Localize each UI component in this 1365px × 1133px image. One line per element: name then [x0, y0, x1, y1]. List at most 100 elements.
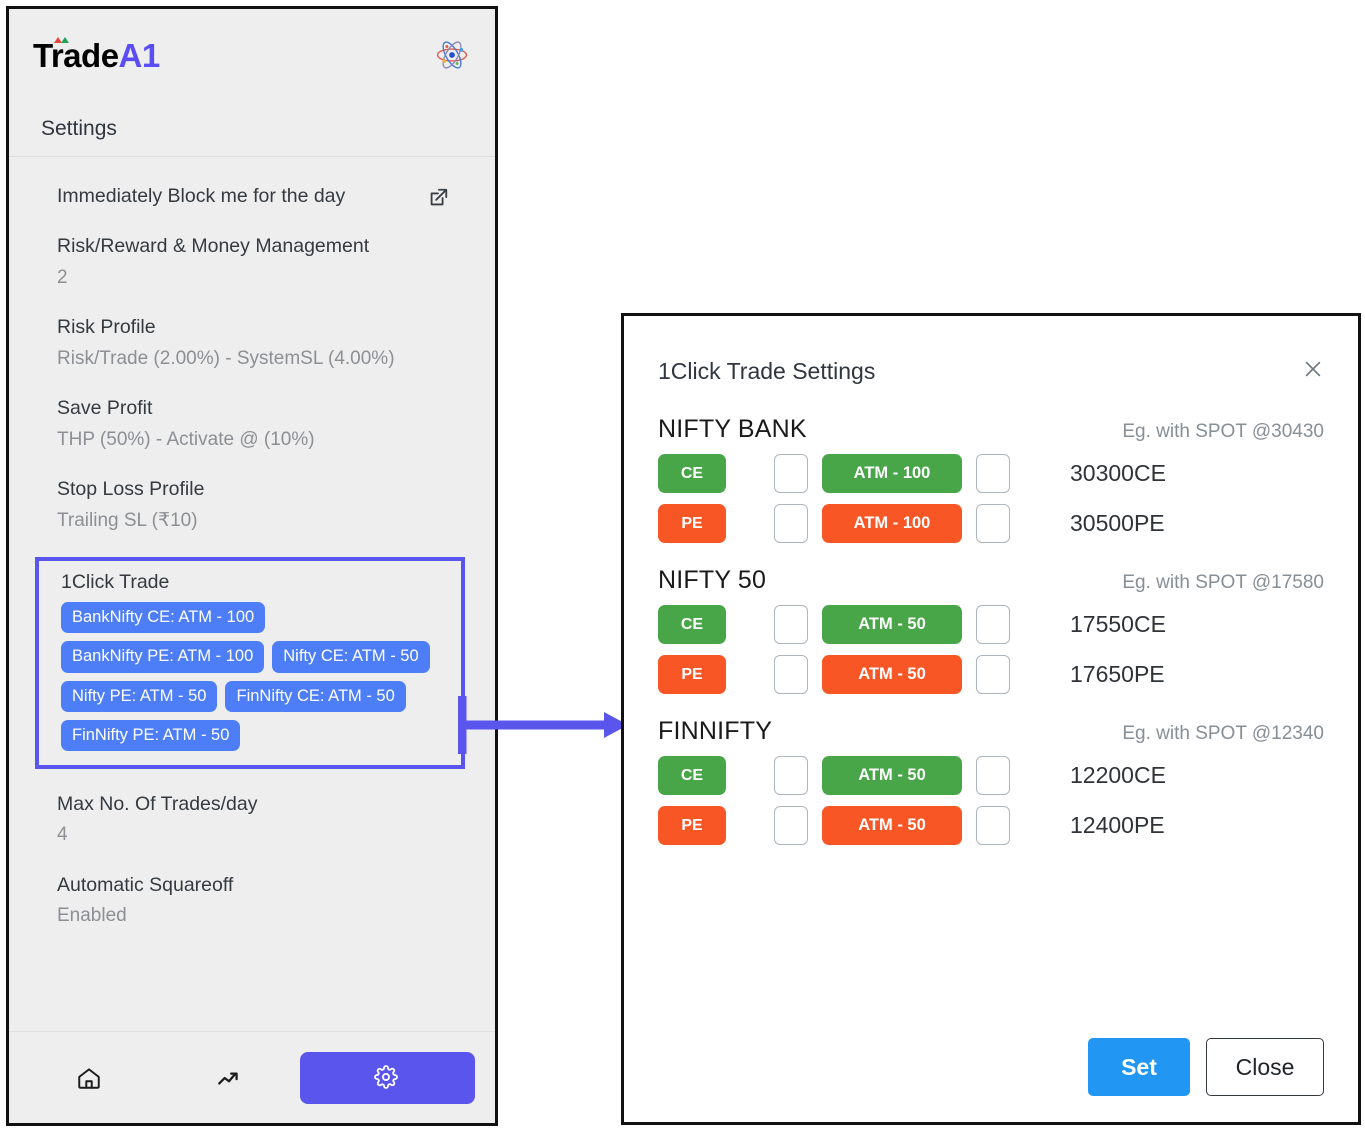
group-name: NIFTY BANK [658, 415, 807, 443]
list-item[interactable]: BankNifty PE: ATM - 100 [61, 641, 265, 673]
group-spot-example: Eg. with SPOT @30430 [1122, 421, 1324, 442]
annotation-arrow [458, 696, 628, 754]
setting-value: Trailing SL (₹10) [57, 509, 198, 531]
setting-value: THP (50%) - Activate @ (10%) [57, 428, 315, 450]
table-row: PE ATM - 100 30500PE [658, 504, 1324, 543]
close-icon[interactable] [1302, 358, 1324, 380]
gear-icon [374, 1064, 400, 1091]
set-button[interactable]: Set [1088, 1038, 1190, 1096]
increment-checkbox[interactable] [976, 655, 1010, 694]
side-badge-ce: CE [658, 454, 726, 493]
nav-item-analytics[interactable] [159, 1054, 299, 1102]
atm-offset-badge[interactable]: ATM - 50 [822, 605, 962, 644]
settings-header-title: Settings [41, 116, 117, 140]
setting-value: 4 [57, 824, 68, 846]
index-group-nifty-50: NIFTY 50 Eg. with SPOT @17580 CE ATM - 5… [658, 566, 1324, 705]
index-group-finnifty: FINNIFTY Eg. with SPOT @12340 CE ATM - 5… [658, 717, 1324, 856]
oneclick-trade-settings-dialog: 1Click Trade Settings NIFTY BANK Eg. wit… [621, 313, 1361, 1125]
resulting-strike: 12200CE [1070, 762, 1166, 788]
screenshot-root: TradeA1 Settings Immediately Block me fo… [0, 0, 1365, 1133]
setting-row-auto-squareoff[interactable]: Automatic Squareoff Enabled [33, 872, 471, 929]
resulting-strike: 30300CE [1070, 460, 1166, 486]
side-badge-pe: PE [658, 806, 726, 845]
increment-checkbox[interactable] [976, 756, 1010, 795]
oneclick-tag-list: BankNifty CE: ATM - 100 BankNifty PE: AT… [61, 602, 449, 751]
nav-item-settings[interactable] [299, 1051, 476, 1104]
setting-row-block-me[interactable]: Immediately Block me for the day [33, 183, 471, 209]
setting-value: Risk/Trade (2.00%) - SystemSL (4.00%) [57, 347, 395, 369]
home-icon [76, 1065, 102, 1091]
atom-icon[interactable] [435, 38, 469, 72]
index-group-nifty-bank: NIFTY BANK Eg. with SPOT @30430 CE ATM -… [658, 415, 1324, 554]
logo-text-accent: A1 [118, 36, 161, 74]
side-badge-ce: CE [658, 605, 726, 644]
setting-title: 1Click Trade [61, 571, 170, 594]
side-badge-ce: CE [658, 756, 726, 795]
decrement-checkbox[interactable] [774, 806, 808, 845]
setting-title: Max No. Of Trades/day [57, 792, 258, 815]
setting-row-save-profit[interactable]: Save Profit THP (50%) - Activate @ (10%) [33, 395, 471, 452]
bottom-navigation [9, 1031, 495, 1123]
table-row: CE ATM - 50 12200CE [658, 756, 1324, 795]
setting-row-risk-profile[interactable]: Risk Profile Risk/Trade (2.00%) - System… [33, 314, 471, 371]
atm-offset-badge[interactable]: ATM - 50 [822, 756, 962, 795]
increment-checkbox[interactable] [976, 504, 1010, 543]
increment-checkbox[interactable] [976, 806, 1010, 845]
resulting-strike: 30500PE [1070, 510, 1165, 536]
list-item[interactable]: FinNifty PE: ATM - 50 [61, 719, 241, 751]
decrement-checkbox[interactable] [774, 504, 808, 543]
setting-row-max-trades[interactable]: Max No. Of Trades/day 4 [33, 791, 471, 848]
decrement-checkbox[interactable] [774, 605, 808, 644]
group-spot-example: Eg. with SPOT @12340 [1122, 723, 1324, 744]
settings-list: Immediately Block me for the day Risk/Re… [9, 157, 495, 1031]
group-header: NIFTY 50 Eg. with SPOT @17580 [658, 566, 1324, 595]
atm-offset-badge[interactable]: ATM - 100 [822, 454, 962, 493]
increment-checkbox[interactable] [976, 454, 1010, 493]
list-item[interactable]: Nifty PE: ATM - 50 [61, 680, 218, 712]
list-item[interactable]: FinNifty CE: ATM - 50 [225, 680, 406, 712]
side-badge-pe: PE [658, 504, 726, 543]
logo-text-primary: Trade [33, 36, 119, 74]
setting-title: Risk/Reward & Money Management [57, 235, 370, 258]
group-header: FINNIFTY Eg. with SPOT @12340 [658, 717, 1324, 746]
external-link-icon[interactable] [427, 187, 449, 209]
increment-checkbox[interactable] [976, 605, 1010, 644]
resulting-strike: 17550CE [1070, 611, 1166, 637]
setting-value: Enabled [57, 905, 127, 927]
atm-offset-badge[interactable]: ATM - 100 [822, 504, 962, 543]
logo-mark-icon [54, 36, 69, 44]
group-spot-example: Eg. with SPOT @17580 [1122, 572, 1324, 593]
table-row: CE ATM - 100 30300CE [658, 454, 1324, 493]
list-item[interactable]: Nifty CE: ATM - 50 [272, 641, 430, 673]
setting-title: Automatic Squareoff [57, 873, 234, 896]
decrement-checkbox[interactable] [774, 756, 808, 795]
app-header: TradeA1 [9, 9, 495, 101]
setting-row-risk-reward[interactable]: Risk/Reward & Money Management 2 [33, 233, 471, 290]
dialog-footer: Set Close [658, 1020, 1324, 1096]
resulting-strike: 12400PE [1070, 812, 1165, 838]
trending-up-icon [216, 1065, 242, 1091]
close-button[interactable]: Close [1206, 1038, 1324, 1096]
group-name: FINNIFTY [658, 717, 773, 745]
setting-row-oneclick-trade[interactable]: 1Click Trade BankNifty CE: ATM - 100 Ban… [35, 557, 465, 769]
atm-offset-badge[interactable]: ATM - 50 [822, 806, 962, 845]
decrement-checkbox[interactable] [774, 454, 808, 493]
list-item[interactable]: BankNifty CE: ATM - 100 [61, 602, 266, 634]
group-name: NIFTY 50 [658, 566, 767, 594]
decrement-checkbox[interactable] [774, 655, 808, 694]
nav-item-home[interactable] [19, 1054, 159, 1102]
mobile-app-panel: TradeA1 Settings Immediately Block me fo… [6, 6, 498, 1126]
settings-header-bar: Settings [9, 101, 495, 157]
resulting-strike: 17650PE [1070, 661, 1165, 687]
side-badge-pe: PE [658, 655, 726, 694]
table-row: PE ATM - 50 17650PE [658, 655, 1324, 694]
atm-offset-badge[interactable]: ATM - 50 [822, 655, 962, 694]
setting-row-stop-loss-profile[interactable]: Stop Loss Profile Trailing SL (₹10) [33, 476, 471, 533]
setting-title: Save Profit [57, 397, 153, 420]
dialog-title: 1Click Trade Settings [658, 358, 876, 384]
dialog-header: 1Click Trade Settings [658, 358, 1324, 385]
setting-value: 2 [57, 266, 68, 288]
setting-title: Risk Profile [57, 316, 156, 339]
app-logo: TradeA1 [33, 36, 161, 74]
setting-title: Stop Loss Profile [57, 478, 205, 501]
